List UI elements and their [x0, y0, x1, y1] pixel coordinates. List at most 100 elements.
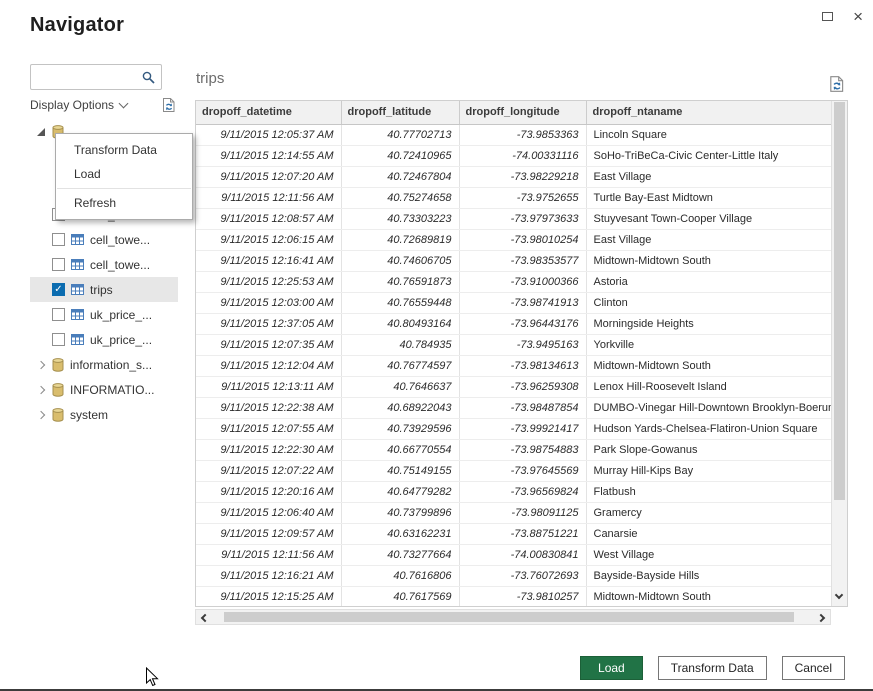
preview-table-wrap: dropoff_datetimedropoff_latitudedropoff_…: [196, 101, 831, 606]
tree-item-uk-price[interactable]: uk_price_...: [30, 302, 178, 327]
load-button[interactable]: Load: [580, 656, 643, 680]
table-cell: 40.72689819: [341, 229, 459, 250]
tree-item-system[interactable]: system: [30, 402, 178, 427]
table-cell: -73.98754883: [459, 439, 586, 460]
table-cell: East Village: [586, 229, 831, 250]
table-cell: -73.76072693: [459, 565, 586, 586]
tree-item-uk-price[interactable]: uk_price_...: [30, 327, 178, 352]
horizontal-scrollbar[interactable]: [195, 609, 831, 625]
table-cell: -73.97973633: [459, 208, 586, 229]
vertical-scrollbar[interactable]: [831, 101, 847, 606]
table-cell: 40.784935: [341, 334, 459, 355]
close-icon[interactable]: ×: [853, 8, 863, 25]
table-cell: 40.75274658: [341, 187, 459, 208]
menu-item-refresh[interactable]: Refresh: [56, 191, 192, 215]
menu-item-transform-data[interactable]: Transform Data: [56, 138, 192, 162]
chevron-down-icon[interactable]: [119, 99, 129, 109]
collapse-arrow-icon[interactable]: [36, 127, 46, 137]
refresh-data-icon[interactable]: [829, 75, 845, 93]
tree-item-label: uk_price_...: [90, 333, 152, 347]
preview-table: dropoff_datetimedropoff_latitudedropoff_…: [196, 101, 831, 606]
menu-item-load[interactable]: Load: [56, 162, 192, 186]
table-cell: 40.73303223: [341, 208, 459, 229]
scroll-down-icon[interactable]: [835, 591, 843, 599]
maximize-icon[interactable]: [822, 12, 833, 21]
table-cell: Gramercy: [586, 502, 831, 523]
table-cell: -73.9495163: [459, 334, 586, 355]
table-cell: 9/11/2015 12:05:37 AM: [196, 124, 341, 145]
table-cell: Lenox Hill-Roosevelt Island: [586, 376, 831, 397]
table-row: 9/11/2015 12:08:57 AM40.73303223-73.9797…: [196, 208, 831, 229]
table-row: 9/11/2015 12:06:15 AM40.72689819-73.9801…: [196, 229, 831, 250]
search-box: [30, 64, 162, 90]
horizontal-scrollbar-thumb[interactable]: [224, 612, 794, 622]
vertical-scrollbar-thumb[interactable]: [834, 102, 845, 500]
table-cell: -73.99921417: [459, 418, 586, 439]
tree-item-trips[interactable]: ✓trips: [30, 277, 178, 302]
table-cell: -73.97645569: [459, 460, 586, 481]
refresh-preview-icon[interactable]: [162, 97, 176, 113]
checkbox[interactable]: [52, 233, 65, 246]
table-cell: 40.63162231: [341, 523, 459, 544]
navigator-dialog: Navigator × Display Options ce: [0, 0, 873, 691]
display-options-label[interactable]: Display Options: [30, 98, 114, 112]
table-cell: Yorkville: [586, 334, 831, 355]
table-cell: -73.96259308: [459, 376, 586, 397]
table-row: 9/11/2015 12:14:55 AM40.72410965-74.0033…: [196, 145, 831, 166]
table-cell: Hudson Yards-Chelsea-Flatiron-Union Squa…: [586, 418, 831, 439]
database-icon: [52, 383, 64, 397]
column-header-dropoff_ntaname[interactable]: dropoff_ntaname: [586, 101, 831, 124]
table-cell: Lincoln Square: [586, 124, 831, 145]
table-cell: 9/11/2015 12:07:35 AM: [196, 334, 341, 355]
table-cell: Astoria: [586, 271, 831, 292]
mouse-cursor: [145, 667, 160, 691]
table-cell: 9/11/2015 12:06:15 AM: [196, 229, 341, 250]
display-options: Display Options: [30, 97, 176, 113]
checkbox[interactable]: [52, 258, 65, 271]
expand-arrow-icon[interactable]: [36, 410, 46, 420]
tree-item-cell-towe[interactable]: cell_towe...: [30, 252, 178, 277]
checkbox[interactable]: ✓: [52, 283, 65, 296]
table-cell: 9/11/2015 12:08:57 AM: [196, 208, 341, 229]
database-icon: [52, 408, 64, 422]
checkbox[interactable]: [52, 333, 65, 346]
table-cell: -73.98741913: [459, 292, 586, 313]
table-cell: 9/11/2015 12:37:05 AM: [196, 313, 341, 334]
table-row: 9/11/2015 12:05:37 AM40.77702713-73.9853…: [196, 124, 831, 145]
column-header-dropoff_latitude[interactable]: dropoff_latitude: [341, 101, 459, 124]
column-header-dropoff_longitude[interactable]: dropoff_longitude: [459, 101, 586, 124]
column-header-dropoff_datetime[interactable]: dropoff_datetime: [196, 101, 341, 124]
table-cell: -73.9752655: [459, 187, 586, 208]
table-cell: 40.74606705: [341, 250, 459, 271]
table-cell: Canarsie: [586, 523, 831, 544]
table-row: 9/11/2015 12:09:57 AM40.63162231-73.8875…: [196, 523, 831, 544]
transform-data-button[interactable]: Transform Data: [658, 656, 767, 680]
expand-arrow-icon[interactable]: [36, 360, 46, 370]
tree-item-informatio[interactable]: INFORMATIO...: [30, 377, 178, 402]
table-cell: 40.80493164: [341, 313, 459, 334]
scroll-left-icon[interactable]: [201, 614, 209, 622]
database-icon: [52, 358, 64, 372]
table-cell: 9/11/2015 12:13:11 AM: [196, 376, 341, 397]
tree-item-cell-towe[interactable]: cell_towe...: [30, 227, 178, 252]
table-cell: 40.72467804: [341, 166, 459, 187]
table-cell: 40.73799896: [341, 502, 459, 523]
tree-item-label: information_s...: [70, 358, 152, 372]
table-cell: 9/11/2015 12:11:56 AM: [196, 544, 341, 565]
table-cell: 9/11/2015 12:16:41 AM: [196, 250, 341, 271]
table-cell: Flatbush: [586, 481, 831, 502]
table-cell: 40.73277664: [341, 544, 459, 565]
scroll-right-icon[interactable]: [817, 614, 825, 622]
cancel-button[interactable]: Cancel: [782, 656, 845, 680]
table-row: 9/11/2015 12:13:11 AM40.7646637-73.96259…: [196, 376, 831, 397]
tree-item-information-s[interactable]: information_s...: [30, 352, 178, 377]
table-cell: 9/11/2015 12:22:38 AM: [196, 397, 341, 418]
search-input[interactable]: [31, 65, 142, 89]
checkbox[interactable]: [52, 308, 65, 321]
table-cell: -73.96443176: [459, 313, 586, 334]
search-icon[interactable]: [142, 71, 161, 84]
expand-arrow-icon[interactable]: [36, 385, 46, 395]
table-cell: 9/11/2015 12:20:16 AM: [196, 481, 341, 502]
table-cell: -73.9810257: [459, 586, 586, 606]
table-cell: -73.98229218: [459, 166, 586, 187]
